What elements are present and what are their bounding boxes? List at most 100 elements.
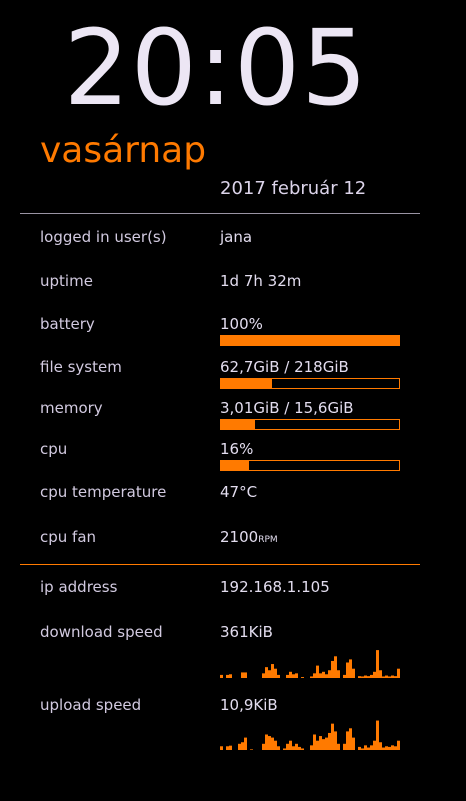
download-graph [220,650,400,678]
battery-value: 100% [220,315,263,333]
graph-bar [352,737,355,750]
graph-bar [370,745,373,750]
graph-bar [352,668,355,678]
graph-bar [394,676,397,678]
graph-bar [271,737,274,750]
graph-bar [331,723,334,750]
graph-bar [349,728,352,750]
graph-bar [370,674,373,678]
graph-bar [346,731,349,750]
graph-bar [349,659,352,678]
graph-bar [262,673,265,678]
graph-bar [220,674,223,678]
graph-bar [334,731,337,750]
weekday: vasárnap [40,130,207,171]
graph-bar [274,668,277,678]
cpu-bar [220,460,400,471]
graph-bar [250,749,253,750]
graph-bar [334,656,337,678]
filesystem-value: 62,7GiB / 218GiB [220,358,349,376]
upload-graph [220,720,400,750]
graph-bar [328,732,331,750]
graph-bar [289,671,292,678]
graph-bar [397,668,400,678]
divider [20,213,420,214]
download-value: 361KiB [220,623,273,641]
graph-bar [271,664,274,678]
graph-bar [394,746,397,750]
graph-bar [361,748,364,750]
graph-bar [328,670,331,678]
graph-bar [226,674,229,678]
cpu-label: cpu [40,440,68,458]
graph-bar [277,674,280,678]
graph-bar [379,670,382,678]
graph-bar [379,742,382,750]
graph-bar [376,720,379,750]
uptime-label: uptime [40,272,93,290]
ip-value: 192.168.1.105 [220,578,330,596]
users-label: logged in user(s) [40,228,167,246]
graph-bar [229,674,232,678]
graph-bar [391,675,394,678]
graph-bar [298,746,301,750]
cpu-fan-value: 2100RPM [220,528,278,546]
graph-bar [292,746,295,750]
graph-bar [337,743,340,750]
uptime-value: 1d 7h 32m [220,272,302,290]
graph-bar [373,740,376,750]
graph-bar [268,736,271,750]
graph-bar [274,740,277,750]
graph-bar [295,743,298,750]
graph-bar [319,673,322,678]
graph-bar [325,737,328,750]
graph-bar [244,672,247,678]
graph-bar [286,674,289,678]
graph-bar [364,745,367,750]
graph-bar [397,740,400,750]
graph-bar [361,676,364,678]
graph-bar [268,670,271,678]
cpu-value: 16% [220,440,254,458]
graph-bar [277,746,280,750]
battery-bar [220,335,400,346]
graph-bar [385,675,388,678]
graph-bar [295,673,298,678]
memory-label: memory [40,399,103,417]
memory-value: 3,01GiB / 15,6GiB [220,399,354,417]
graph-bar [358,676,361,678]
graph-bar [382,747,385,750]
graph-bar [367,747,370,750]
divider-network [20,564,420,565]
graph-bar [301,677,304,678]
graph-bar [358,746,361,750]
graph-bar [391,745,394,750]
graph-bar [283,748,286,750]
upload-value: 10,9KiB [220,696,278,714]
graph-bar [313,734,316,750]
clock-time: 20:05 [63,7,369,129]
users-value: jana [220,228,253,246]
graph-bar [325,674,328,678]
graph-bar [244,737,247,750]
cpu-temp-value: 47°C [220,483,258,501]
graph-bar [382,676,385,678]
graph-bar [376,650,379,678]
graph-bar [346,662,349,678]
graph-bar [322,671,325,678]
graph-bar [337,670,340,678]
filesystem-bar [220,378,400,389]
graph-bar [229,745,232,750]
date: 2017 február 12 [220,178,367,199]
graph-bar [289,740,292,750]
download-label: download speed [40,623,163,641]
graph-bar [292,674,295,678]
graph-bar [322,739,325,750]
ip-label: ip address [40,578,118,596]
graph-bar [319,736,322,750]
cpu-fan-rpm: 2100 [220,528,259,546]
cpu-temp-label: cpu temperature [40,483,167,501]
graph-bar [388,676,391,678]
graph-bar [310,676,313,678]
graph-bar [238,743,241,750]
